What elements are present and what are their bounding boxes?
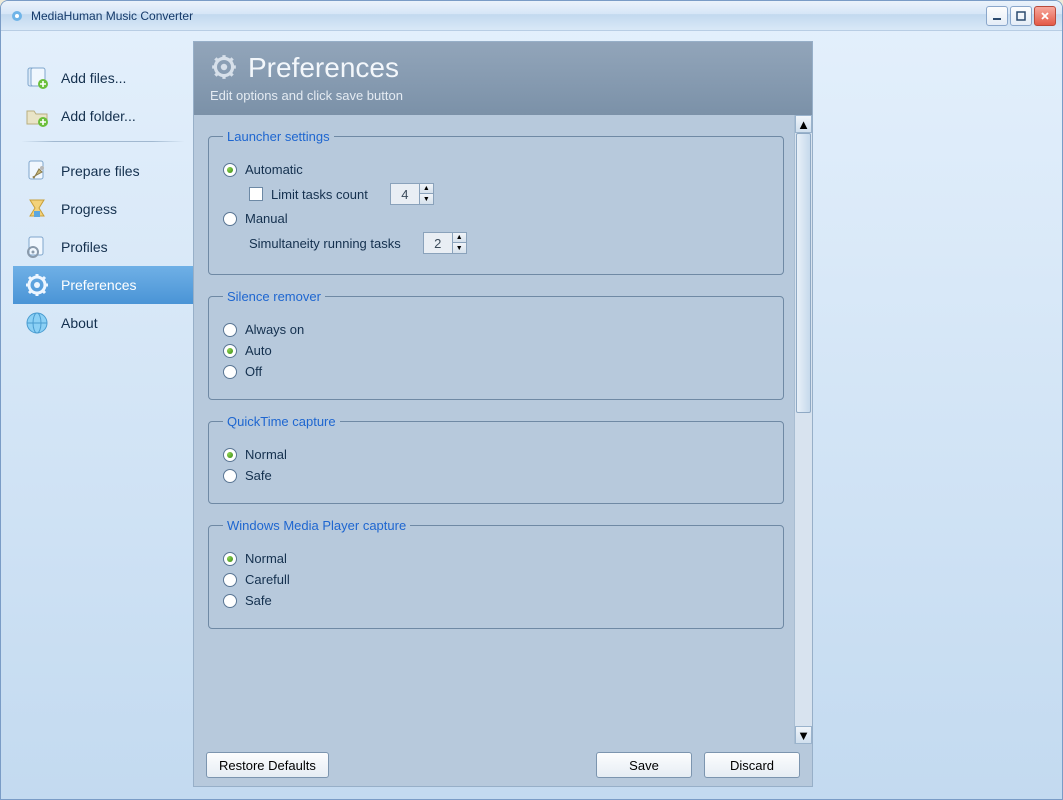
group-legend: Launcher settings — [223, 129, 334, 144]
spinner-down[interactable]: ▼ — [452, 243, 466, 253]
preferences-content: Launcher settings Automatic Limit tasks … — [194, 115, 794, 744]
panel-header: Preferences Edit options and click save … — [194, 42, 812, 115]
sidebar-item-label: Profiles — [61, 239, 108, 255]
spinner-input[interactable] — [391, 184, 419, 204]
sidebar-item-label: Add folder... — [61, 108, 136, 124]
spinner-down[interactable]: ▼ — [419, 194, 433, 204]
sidebar-item-label: About — [61, 315, 98, 331]
add-files-icon — [23, 64, 51, 92]
add-folder-icon — [23, 102, 51, 130]
radio-label: Carefull — [245, 572, 290, 587]
radio-quicktime-safe[interactable] — [223, 469, 237, 483]
sidebar-item-progress[interactable]: Progress — [13, 190, 193, 228]
window-title: MediaHuman Music Converter — [31, 9, 193, 23]
radio-label: Manual — [245, 211, 288, 226]
app-window: MediaHuman Music Converter Add files... … — [0, 0, 1063, 800]
sidebar-item-add-folder[interactable]: Add folder... — [13, 97, 193, 135]
radio-wmp-carefull[interactable] — [223, 573, 237, 587]
sidebar-item-label: Progress — [61, 201, 117, 217]
field-label: Simultaneity running tasks — [249, 236, 401, 251]
about-icon — [23, 309, 51, 337]
save-button[interactable]: Save — [596, 752, 692, 778]
profiles-icon — [23, 233, 51, 261]
radio-quicktime-normal[interactable] — [223, 448, 237, 462]
client-area: Add files... Add folder... Prepare files — [1, 31, 1062, 799]
radio-silence-auto[interactable] — [223, 344, 237, 358]
sidebar-item-label: Add files... — [61, 70, 126, 86]
radio-label: Auto — [245, 343, 272, 358]
button-row: Restore Defaults Save Discard — [194, 744, 812, 786]
sidebar-separator — [21, 141, 185, 142]
restore-defaults-button[interactable]: Restore Defaults — [206, 752, 329, 778]
spinner-input[interactable] — [424, 233, 452, 253]
prepare-files-icon — [23, 157, 51, 185]
radio-silence-off[interactable] — [223, 365, 237, 379]
checkbox-label: Limit tasks count — [271, 187, 368, 202]
spinner-up[interactable]: ▲ — [452, 233, 466, 243]
vertical-scrollbar[interactable]: ▲ ▼ — [794, 115, 812, 744]
radio-wmp-safe[interactable] — [223, 594, 237, 608]
radio-label: Automatic — [245, 162, 303, 177]
radio-label: Always on — [245, 322, 304, 337]
radio-label: Off — [245, 364, 262, 379]
radio-launcher-manual[interactable] — [223, 212, 237, 226]
sidebar-item-about[interactable]: About — [13, 304, 193, 342]
sidebar-item-prepare-files[interactable]: Prepare files — [13, 152, 193, 190]
right-gutter — [813, 41, 1050, 787]
radio-wmp-normal[interactable] — [223, 552, 237, 566]
spinner-simultaneity[interactable]: ▲▼ — [423, 232, 467, 254]
scroll-thumb[interactable] — [796, 133, 811, 413]
radio-silence-always-on[interactable] — [223, 323, 237, 337]
radio-label: Safe — [245, 593, 272, 608]
radio-label: Normal — [245, 551, 287, 566]
spinner-up[interactable]: ▲ — [419, 184, 433, 194]
discard-button[interactable]: Discard — [704, 752, 800, 778]
page-title: Preferences — [248, 52, 399, 84]
scroll-up-button[interactable]: ▲ — [795, 115, 812, 133]
sidebar-item-profiles[interactable]: Profiles — [13, 228, 193, 266]
minimize-button[interactable] — [986, 6, 1008, 26]
main-panel: Preferences Edit options and click save … — [193, 41, 813, 787]
radio-launcher-automatic[interactable] — [223, 163, 237, 177]
group-quicktime-capture: QuickTime capture Normal Safe — [208, 414, 784, 504]
sidebar-item-add-files[interactable]: Add files... — [13, 59, 193, 97]
group-legend: Silence remover — [223, 289, 325, 304]
sidebar-item-preferences[interactable]: Preferences — [13, 266, 193, 304]
group-legend: Windows Media Player capture — [223, 518, 410, 533]
sidebar-item-label: Prepare files — [61, 163, 140, 179]
close-button[interactable] — [1034, 6, 1056, 26]
scroll-track[interactable] — [795, 133, 812, 726]
gear-icon — [210, 53, 238, 84]
preferences-icon — [23, 271, 51, 299]
titlebar[interactable]: MediaHuman Music Converter — [1, 1, 1062, 31]
maximize-button[interactable] — [1010, 6, 1032, 26]
group-silence-remover: Silence remover Always on Auto Off — [208, 289, 784, 400]
scroll-down-button[interactable]: ▼ — [795, 726, 812, 744]
checkbox-limit-tasks[interactable] — [249, 187, 263, 201]
sidebar-item-label: Preferences — [61, 277, 136, 293]
radio-label: Safe — [245, 468, 272, 483]
spinner-limit-tasks[interactable]: ▲▼ — [390, 183, 434, 205]
sidebar: Add files... Add folder... Prepare files — [13, 41, 193, 787]
page-subtitle: Edit options and click save button — [210, 88, 796, 103]
progress-icon — [23, 195, 51, 223]
group-launcher-settings: Launcher settings Automatic Limit tasks … — [208, 129, 784, 275]
group-legend: QuickTime capture — [223, 414, 340, 429]
app-icon — [9, 8, 25, 24]
group-wmp-capture: Windows Media Player capture Normal Care… — [208, 518, 784, 629]
radio-label: Normal — [245, 447, 287, 462]
